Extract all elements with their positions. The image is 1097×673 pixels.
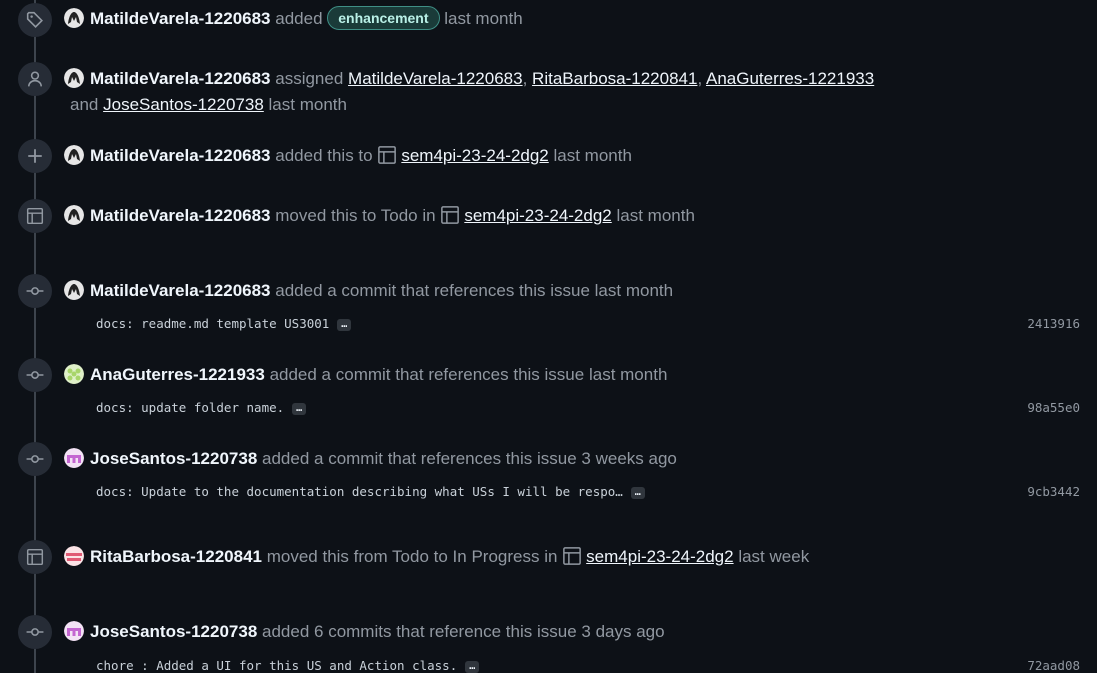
person-icon (18, 62, 52, 96)
timeline-event-project-add: MatildeVarela-1220683 added this to sem4… (64, 143, 632, 169)
event-verb: moved this from Todo to In Progress in (266, 547, 558, 566)
expand-commit-button[interactable]: … (630, 487, 645, 499)
commit-sha[interactable]: 98a55e0 (1027, 400, 1080, 416)
event-verb: added this to (275, 146, 373, 165)
event-verb: added a commit that references this issu… (275, 281, 590, 300)
event-verb: moved this to Todo in (275, 206, 436, 225)
separator: , (697, 69, 703, 88)
git-commit-icon (18, 358, 52, 392)
commit-message: chore : Added a UI for this US and Actio… (96, 658, 480, 673)
table-icon (18, 199, 52, 233)
author-link[interactable]: MatildeVarela-1220683 (90, 206, 271, 225)
assignee-link[interactable]: AnaGuterres-1221933 (706, 69, 874, 88)
project-link[interactable]: sem4pi-23-24-2dg2 (464, 206, 611, 225)
commit-message-link[interactable]: chore : Added a UI for this US and Actio… (96, 658, 457, 673)
event-verb: added a commit that references this issu… (269, 365, 585, 384)
event-verb: assigned (275, 69, 344, 88)
avatar[interactable] (64, 448, 84, 468)
commit-message-link[interactable]: docs: Update to the documentation descri… (96, 484, 623, 499)
table-icon (18, 540, 52, 574)
plus-icon (18, 139, 52, 173)
timeline-event-commit: MatildeVarela-1220683 added a commit tha… (64, 278, 673, 304)
separator: , (522, 69, 528, 88)
avatar[interactable] (64, 205, 84, 225)
commit-message: docs: readme.md template US3001 … (96, 316, 352, 332)
event-time[interactable]: 3 weeks ago (581, 449, 676, 468)
commit-sha[interactable]: 72aad08 (1027, 658, 1080, 673)
expand-commit-button[interactable]: … (292, 403, 307, 415)
commit-message: docs: update folder name. … (96, 400, 307, 416)
timeline-event-label: MatildeVarela-1220683 added enhancement … (64, 6, 523, 32)
avatar[interactable] (64, 68, 84, 88)
timeline-event-assigned: MatildeVarela-1220683 assigned MatildeVa… (64, 66, 874, 92)
author-link[interactable]: MatildeVarela-1220683 (90, 9, 271, 28)
avatar[interactable] (64, 280, 84, 300)
author-link[interactable]: MatildeVarela-1220683 (90, 146, 271, 165)
avatar[interactable] (64, 546, 84, 566)
git-commit-icon (18, 615, 52, 649)
assignee-link[interactable]: MatildeVarela-1220683 (348, 69, 523, 88)
event-time[interactable]: last week (738, 547, 809, 566)
timeline-event-commit: JoseSantos-1220738 added 6 commits that … (64, 619, 665, 645)
avatar[interactable] (64, 8, 84, 28)
event-verb: added 6 commits that reference this issu… (262, 622, 577, 641)
commit-message: docs: Update to the documentation descri… (96, 484, 645, 500)
commit-sha[interactable]: 9cb3442 (1027, 484, 1080, 500)
commit-sha[interactable]: 2413916 (1027, 316, 1080, 332)
project-link[interactable]: sem4pi-23-24-2dg2 (401, 146, 548, 165)
commit-message-link[interactable]: docs: readme.md template US3001 (96, 316, 329, 331)
event-time[interactable]: last month (554, 146, 632, 165)
assignee-link[interactable]: JoseSantos-1220738 (103, 95, 264, 114)
timeline-event-project-move: MatildeVarela-1220683 moved this to Todo… (64, 203, 695, 229)
label-badge[interactable]: enhancement (327, 6, 440, 30)
timeline-event-commit: JoseSantos-1220738 added a commit that r… (64, 446, 677, 472)
and-text: and (70, 95, 99, 114)
event-time[interactable]: last month (444, 9, 522, 28)
commit-message-link[interactable]: docs: update folder name. (96, 400, 284, 415)
git-commit-icon (18, 274, 52, 308)
author-link[interactable]: JoseSantos-1220738 (90, 449, 257, 468)
expand-commit-button[interactable]: … (465, 661, 480, 673)
event-time[interactable]: 3 days ago (581, 622, 664, 641)
author-link[interactable]: RitaBarbosa-1220841 (90, 547, 262, 566)
timeline-event-project-move: RitaBarbosa-1220841 moved this from Todo… (64, 544, 809, 570)
event-verb: added (275, 9, 323, 28)
timeline-event-assigned-cont: and JoseSantos-1220738 last month (70, 92, 347, 118)
author-link[interactable]: MatildeVarela-1220683 (90, 69, 271, 88)
event-verb: added a commit that references this issu… (262, 449, 577, 468)
avatar[interactable] (64, 621, 84, 641)
expand-commit-button[interactable]: … (337, 319, 352, 331)
author-link[interactable]: MatildeVarela-1220683 (90, 281, 271, 300)
author-link[interactable]: AnaGuterres-1221933 (90, 365, 265, 384)
table-icon (562, 546, 582, 566)
event-time[interactable]: last month (595, 281, 673, 300)
git-commit-icon (18, 442, 52, 476)
timeline-event-commit: AnaGuterres-1221933 added a commit that … (64, 362, 667, 388)
assignee-link[interactable]: RitaBarbosa-1220841 (532, 69, 697, 88)
author-link[interactable]: JoseSantos-1220738 (90, 622, 257, 641)
event-time[interactable]: last month (616, 206, 694, 225)
avatar[interactable] (64, 145, 84, 165)
tag-icon (18, 3, 52, 37)
event-time[interactable]: last month (589, 365, 667, 384)
event-time[interactable]: last month (269, 95, 347, 114)
table-icon (377, 145, 397, 165)
avatar[interactable] (64, 364, 84, 384)
project-link[interactable]: sem4pi-23-24-2dg2 (586, 547, 733, 566)
table-icon (440, 205, 460, 225)
